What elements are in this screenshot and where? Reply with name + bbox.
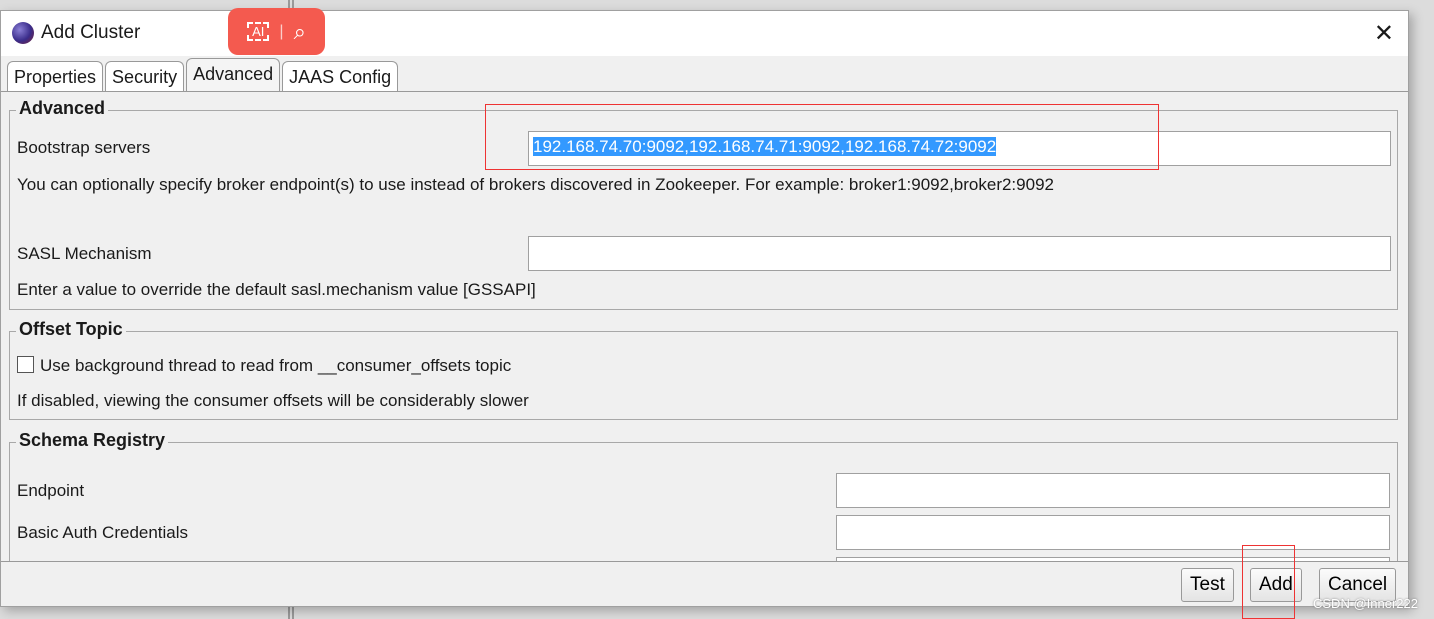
bootstrap-help: You can optionally specify broker endpoi… xyxy=(17,175,1054,194)
schema-registry-group: Schema Registry Endpoint Basic Auth Cred… xyxy=(9,430,1398,561)
highlight-box xyxy=(485,104,1159,170)
group-title: Offset Topic xyxy=(16,319,126,340)
sasl-mechanism-input[interactable] xyxy=(528,236,1391,271)
close-icon[interactable]: ✕ xyxy=(1374,19,1394,48)
sasl-help: Enter a value to override the default sa… xyxy=(17,280,536,299)
sasl-label: SASL Mechanism xyxy=(17,244,152,263)
tab-panel: Advanced Bootstrap servers 192.168.74.70… xyxy=(1,91,1408,561)
bootstrap-label: Bootstrap servers xyxy=(17,138,151,157)
basic-auth-input[interactable] xyxy=(836,515,1390,550)
ai-icon[interactable]: AI xyxy=(247,22,270,41)
search-icon[interactable]: ⌕ xyxy=(294,19,306,45)
group-title: Schema Registry xyxy=(16,430,169,451)
window-title: Add Cluster xyxy=(41,22,141,43)
tab-bar: Properties Security Advanced JAAS Config xyxy=(7,58,400,91)
add-cluster-dialog: Add Cluster ✕ Properties Security Advanc… xyxy=(0,8,1409,607)
highlight-box xyxy=(1242,545,1295,619)
tab-jaas-config[interactable]: JAAS Config xyxy=(282,61,399,91)
title-bar: Add Cluster ✕ xyxy=(1,11,1408,56)
checkbox-label: Use background thread to read from __con… xyxy=(40,356,512,375)
tab-security[interactable]: Security xyxy=(105,61,185,91)
offset-topic-group: Offset Topic Use background thread to re… xyxy=(9,319,1398,420)
group-title: Advanced xyxy=(16,98,109,119)
checkbox[interactable] xyxy=(17,356,34,373)
endpoint-label: Endpoint xyxy=(17,481,85,500)
basic-auth-label: Basic Auth Credentials xyxy=(17,523,189,542)
app-icon xyxy=(12,22,34,44)
test-button[interactable]: Test xyxy=(1181,568,1234,602)
button-bar: Test Add Cancel xyxy=(1,561,1408,607)
ai-toolbar-overlay[interactable]: AI | ⌕ xyxy=(228,8,325,55)
tab-advanced[interactable]: Advanced xyxy=(186,58,281,91)
watermark: CSDN @Inner222 xyxy=(1313,596,1418,611)
endpoint-input[interactable] xyxy=(836,473,1390,508)
tab-properties[interactable]: Properties xyxy=(7,61,104,91)
offset-help: If disabled, viewing the consumer offset… xyxy=(17,391,529,410)
offset-checkbox-row[interactable]: Use background thread to read from __con… xyxy=(17,356,511,376)
